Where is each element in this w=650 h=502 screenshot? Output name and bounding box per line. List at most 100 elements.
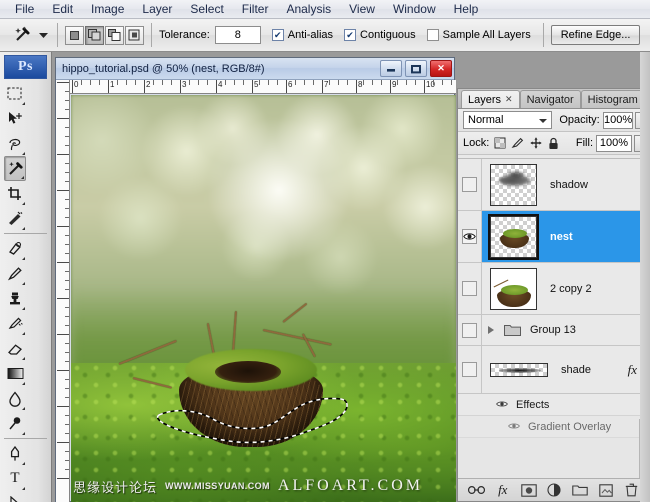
tool-flyout-triangle: [22, 152, 25, 155]
move-tool[interactable]: [4, 106, 26, 131]
new-selection-button[interactable]: [65, 25, 84, 45]
visibility-cell[interactable]: [458, 263, 482, 314]
layer-name-group-13[interactable]: Group 13: [530, 324, 576, 336]
visibility-cell[interactable]: [458, 211, 482, 262]
fill-input[interactable]: 100%: [596, 134, 632, 152]
lock-position-icon[interactable]: [528, 136, 543, 151]
effects-row[interactable]: Effects: [458, 394, 650, 416]
tool-preset-chevron-down-icon[interactable]: [36, 24, 50, 46]
refine-edge-button[interactable]: Refine Edge...: [550, 25, 641, 45]
menu-item-edit[interactable]: Edit: [43, 1, 82, 18]
layer-thumbnail-shade[interactable]: [490, 362, 548, 377]
menu-item-image[interactable]: Image: [82, 1, 133, 18]
layer-effects-fx-icon[interactable]: fx: [628, 362, 637, 378]
tab-histogram[interactable]: Histogram: [580, 90, 645, 108]
healing-brush-tool[interactable]: [4, 236, 26, 261]
delete-layer-button[interactable]: [623, 482, 641, 499]
new-layer-button[interactable]: [597, 482, 615, 499]
tolerance-input[interactable]: 8: [214, 26, 261, 44]
menu-item-help[interactable]: Help: [445, 1, 488, 18]
pen-tool[interactable]: [4, 441, 26, 466]
layer-thumbnail-shadow[interactable]: [490, 163, 537, 206]
magic-wand-icon[interactable]: [8, 23, 36, 47]
gradient-tool[interactable]: [4, 361, 26, 386]
tab-navigator[interactable]: Navigator: [519, 90, 581, 108]
effect-row-gradient-overlay[interactable]: Gradient Overlay: [458, 416, 650, 438]
menu-item-window[interactable]: Window: [384, 1, 445, 18]
maximize-button[interactable]: [405, 60, 427, 77]
eye-icon-hidden[interactable]: [462, 177, 477, 192]
intersect-selection-button[interactable]: [125, 25, 144, 45]
lock-transparent-pixels-icon[interactable]: [492, 136, 507, 151]
menu-item-view[interactable]: View: [340, 1, 384, 18]
add-to-selection-button[interactable]: [85, 25, 104, 45]
close-button[interactable]: ✕: [430, 60, 452, 77]
layer-name-shadow[interactable]: shadow: [550, 179, 588, 191]
contiguous-option[interactable]: Contiguous: [344, 29, 416, 41]
type-tool[interactable]: T: [4, 466, 26, 491]
blur-tool[interactable]: [4, 386, 26, 411]
marquee-tool[interactable]: [4, 81, 26, 106]
contiguous-checkbox[interactable]: [344, 29, 357, 41]
menu-item-select[interactable]: Select: [181, 1, 232, 18]
image-canvas[interactable]: 思缘设计论坛 WWW.MISSYUAN.COM ALFOART.COM: [71, 95, 456, 502]
subtract-from-selection-button[interactable]: [105, 25, 124, 45]
blend-mode-select[interactable]: Normal: [463, 111, 553, 129]
eye-icon-hidden[interactable]: [462, 322, 477, 338]
eye-icon-visible[interactable]: [496, 399, 508, 411]
sample-all-layers-checkbox[interactable]: [426, 29, 439, 41]
layer-row-shade[interactable]: shade fx: [458, 346, 650, 394]
eye-icon-hidden[interactable]: [462, 281, 477, 296]
eye-icon-visible[interactable]: [462, 229, 477, 244]
lasso-tool[interactable]: [4, 131, 26, 156]
path-selection-tool[interactable]: [4, 491, 26, 502]
clone-stamp-tool[interactable]: [4, 286, 26, 311]
layer-row-group-13[interactable]: Group 13: [458, 315, 650, 346]
layer-row-2-copy-2[interactable]: 2 copy 2: [458, 263, 650, 315]
layer-list[interactable]: shadow nest 2 copy 2 Group 13 shade fx E…: [458, 158, 650, 480]
visibility-cell[interactable]: [458, 315, 482, 345]
tool-flyout-triangle: [22, 382, 25, 385]
lock-all-icon[interactable]: [546, 136, 561, 151]
crop-tool[interactable]: [4, 181, 26, 206]
layers-panel: Layers ✕ Navigator Histogram Normal Opac…: [457, 88, 650, 502]
menu-item-filter[interactable]: Filter: [233, 1, 278, 18]
new-adjustment-layer-button[interactable]: [545, 482, 563, 499]
tab-layers[interactable]: Layers ✕: [461, 90, 520, 108]
dodge-tool[interactable]: [4, 411, 26, 436]
eye-icon-hidden[interactable]: [462, 362, 477, 377]
history-brush-tool[interactable]: [4, 311, 26, 336]
magic-wand-tool[interactable]: [4, 156, 26, 181]
brush-tool[interactable]: [4, 261, 26, 286]
layer-name-2-copy-2[interactable]: 2 copy 2: [550, 283, 592, 295]
new-group-button[interactable]: [571, 482, 589, 499]
anti-alias-option[interactable]: Anti-alias: [271, 29, 333, 41]
eye-icon-visible[interactable]: [508, 421, 520, 433]
lock-image-pixels-icon[interactable]: [510, 136, 525, 151]
eraser-tool[interactable]: [4, 336, 26, 361]
contiguous-label: Contiguous: [360, 29, 416, 41]
opacity-input[interactable]: 100%: [602, 111, 634, 129]
visibility-cell[interactable]: [458, 159, 482, 210]
layer-name-shade[interactable]: shade: [561, 364, 591, 376]
anti-alias-checkbox[interactable]: [271, 29, 284, 41]
layer-row-nest[interactable]: nest: [458, 211, 650, 263]
link-layers-button[interactable]: [468, 482, 486, 499]
panel-tab-strip: Layers ✕ Navigator Histogram: [458, 89, 650, 109]
menu-item-file[interactable]: File: [6, 1, 43, 18]
layer-name-nest[interactable]: nest: [550, 231, 573, 243]
close-icon[interactable]: ✕: [505, 94, 513, 105]
add-layer-style-button[interactable]: fx: [494, 482, 512, 499]
sample-all-layers-option[interactable]: Sample All Layers: [426, 29, 531, 41]
layer-row-shadow[interactable]: shadow: [458, 159, 650, 211]
menu-item-analysis[interactable]: Analysis: [277, 1, 340, 18]
layer-thumbnail-nest[interactable]: [488, 213, 539, 260]
menu-item-layer[interactable]: Layer: [133, 1, 181, 18]
document-title-bar[interactable]: hippo_tutorial.psd @ 50% (nest, RGB/8#) …: [56, 58, 454, 80]
minimize-button[interactable]: [380, 60, 402, 77]
group-disclosure-triangle-icon[interactable]: [488, 326, 494, 334]
visibility-cell[interactable]: [458, 346, 482, 393]
add-layer-mask-button[interactable]: [520, 482, 538, 499]
layer-thumbnail-2-copy-2[interactable]: [490, 267, 537, 310]
slice-tool[interactable]: [4, 206, 26, 231]
